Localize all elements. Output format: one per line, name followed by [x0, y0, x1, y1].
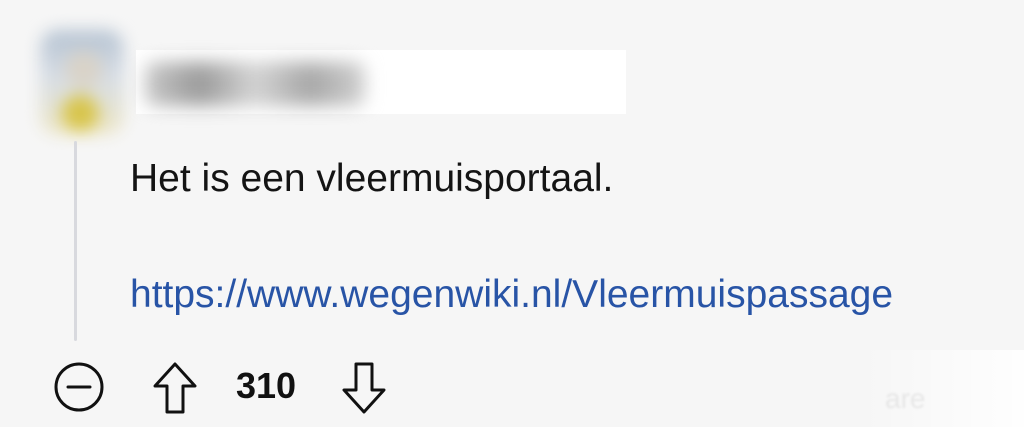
arrow-up-icon[interactable]	[150, 360, 200, 416]
minus-circle-icon[interactable]	[53, 361, 105, 413]
faded-action: are	[885, 383, 926, 414]
thread-line[interactable]	[74, 141, 77, 341]
comment-link[interactable]: https://www.wegenwiki.nl/Vleermuispassag…	[130, 272, 893, 318]
username-blur	[145, 62, 365, 106]
vote-score: 310	[236, 365, 297, 406]
comment-text: Het is een vleermuisportaal.	[130, 157, 614, 200]
arrow-down-icon[interactable]	[339, 360, 389, 416]
avatar[interactable]	[40, 30, 124, 134]
